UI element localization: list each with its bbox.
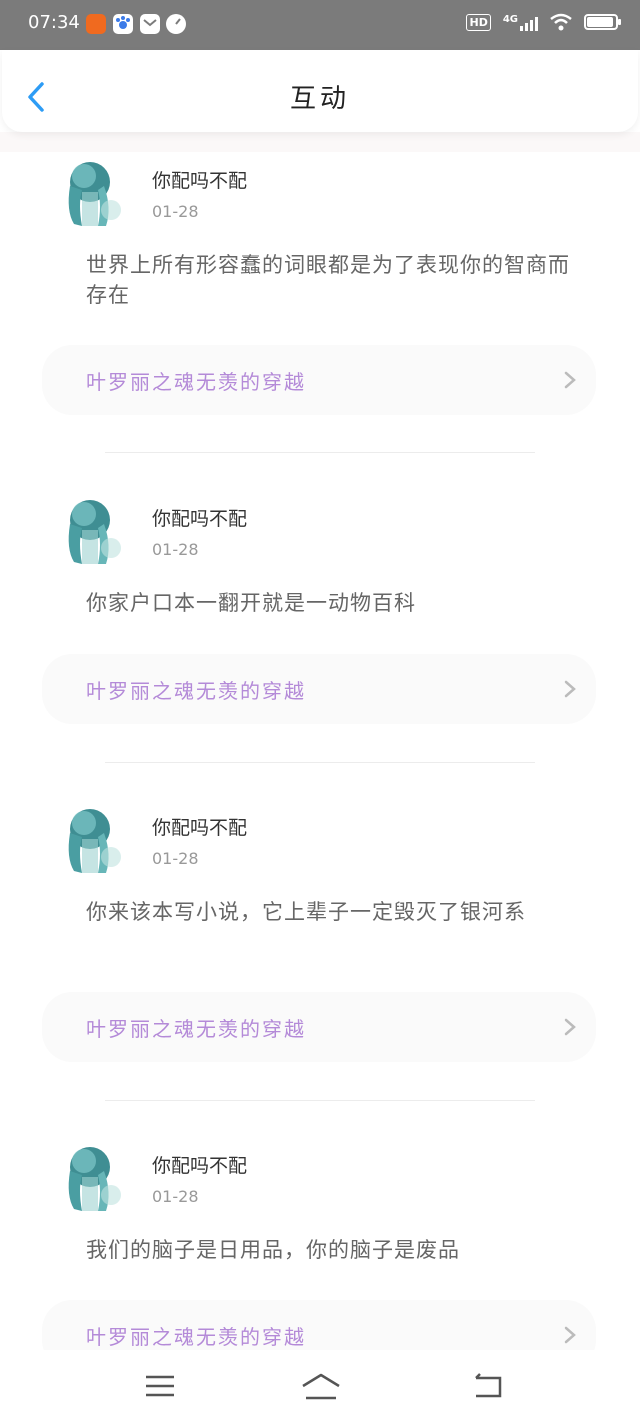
post-text: 我们的脑子是日用品，你的脑子是废品 xyxy=(86,1238,460,1262)
app-header: 互动 xyxy=(2,50,638,132)
chevron-right-icon xyxy=(564,371,576,389)
chevron-right-icon xyxy=(564,680,576,698)
post-date: 01-28 xyxy=(152,849,199,868)
mail-icon xyxy=(140,14,160,34)
book-title: 叶罗丽之魂无羡的穿越 xyxy=(86,1017,306,1041)
baidu-icon xyxy=(113,14,133,34)
post-text: 世界上所有形容蠢的词眼都是为了表现你的智商而存在 xyxy=(86,253,570,307)
system-nav-bar xyxy=(0,1350,640,1422)
post-date: 01-28 xyxy=(152,1187,199,1206)
status-indicators: HD 4G xyxy=(466,13,621,31)
post-text: 你来该本写小说，它上辈子一定毁灭了银河系 xyxy=(86,900,526,924)
avatar[interactable] xyxy=(56,156,126,228)
book-title: 叶罗丽之魂无羡的穿越 xyxy=(86,370,306,394)
avatar[interactable] xyxy=(56,494,126,566)
divider xyxy=(105,762,535,763)
book-link[interactable]: 叶罗丽之魂无羡的穿越 xyxy=(42,992,596,1062)
post-date: 01-28 xyxy=(152,202,199,221)
chevron-right-icon xyxy=(564,1018,576,1036)
status-time: 07:34 xyxy=(28,12,80,33)
network-label: 4G xyxy=(502,13,518,25)
username[interactable]: 你配吗不配 xyxy=(152,813,247,840)
page-title: 互动 xyxy=(289,84,350,114)
book-link[interactable]: 叶罗丽之魂无羡的穿越 xyxy=(42,345,596,415)
username[interactable]: 你配吗不配 xyxy=(152,504,247,531)
username[interactable]: 你配吗不配 xyxy=(152,1151,247,1178)
divider xyxy=(105,1100,535,1101)
book-link[interactable]: 叶罗丽之魂无羡的穿越 xyxy=(42,1300,596,1350)
book-title: 叶罗丽之魂无羡的穿越 xyxy=(86,1325,306,1349)
chevron-right-icon xyxy=(564,1326,576,1344)
post-date: 01-28 xyxy=(152,540,199,559)
home-icon[interactable] xyxy=(300,1368,342,1404)
post-text: 你家户口本一翻开就是一动物百科 xyxy=(86,591,416,615)
status-bar: 07:34 HD 4G xyxy=(0,0,640,50)
gauge-icon xyxy=(166,14,186,34)
signal-icon: 4G xyxy=(503,14,538,31)
avatar[interactable] xyxy=(56,803,126,875)
menu-icon[interactable] xyxy=(142,1368,178,1404)
taobao-icon xyxy=(86,14,106,34)
hd-badge: HD xyxy=(466,13,491,31)
list-top-edge xyxy=(0,132,640,152)
interaction-list[interactable]: 你配吗不配 01-28 世界上所有形容蠢的词眼都是为了表现你的智商而存在叶罗丽之魂无… xyxy=(0,132,640,1350)
back-nav-icon[interactable] xyxy=(470,1368,506,1404)
wifi-icon xyxy=(550,13,572,31)
book-title: 叶罗丽之魂无羡的穿越 xyxy=(86,679,306,703)
divider xyxy=(105,452,535,453)
book-link[interactable]: 叶罗丽之魂无羡的穿越 xyxy=(42,654,596,724)
username[interactable]: 你配吗不配 xyxy=(152,166,247,193)
battery-icon xyxy=(584,14,621,30)
avatar[interactable] xyxy=(56,1141,126,1213)
